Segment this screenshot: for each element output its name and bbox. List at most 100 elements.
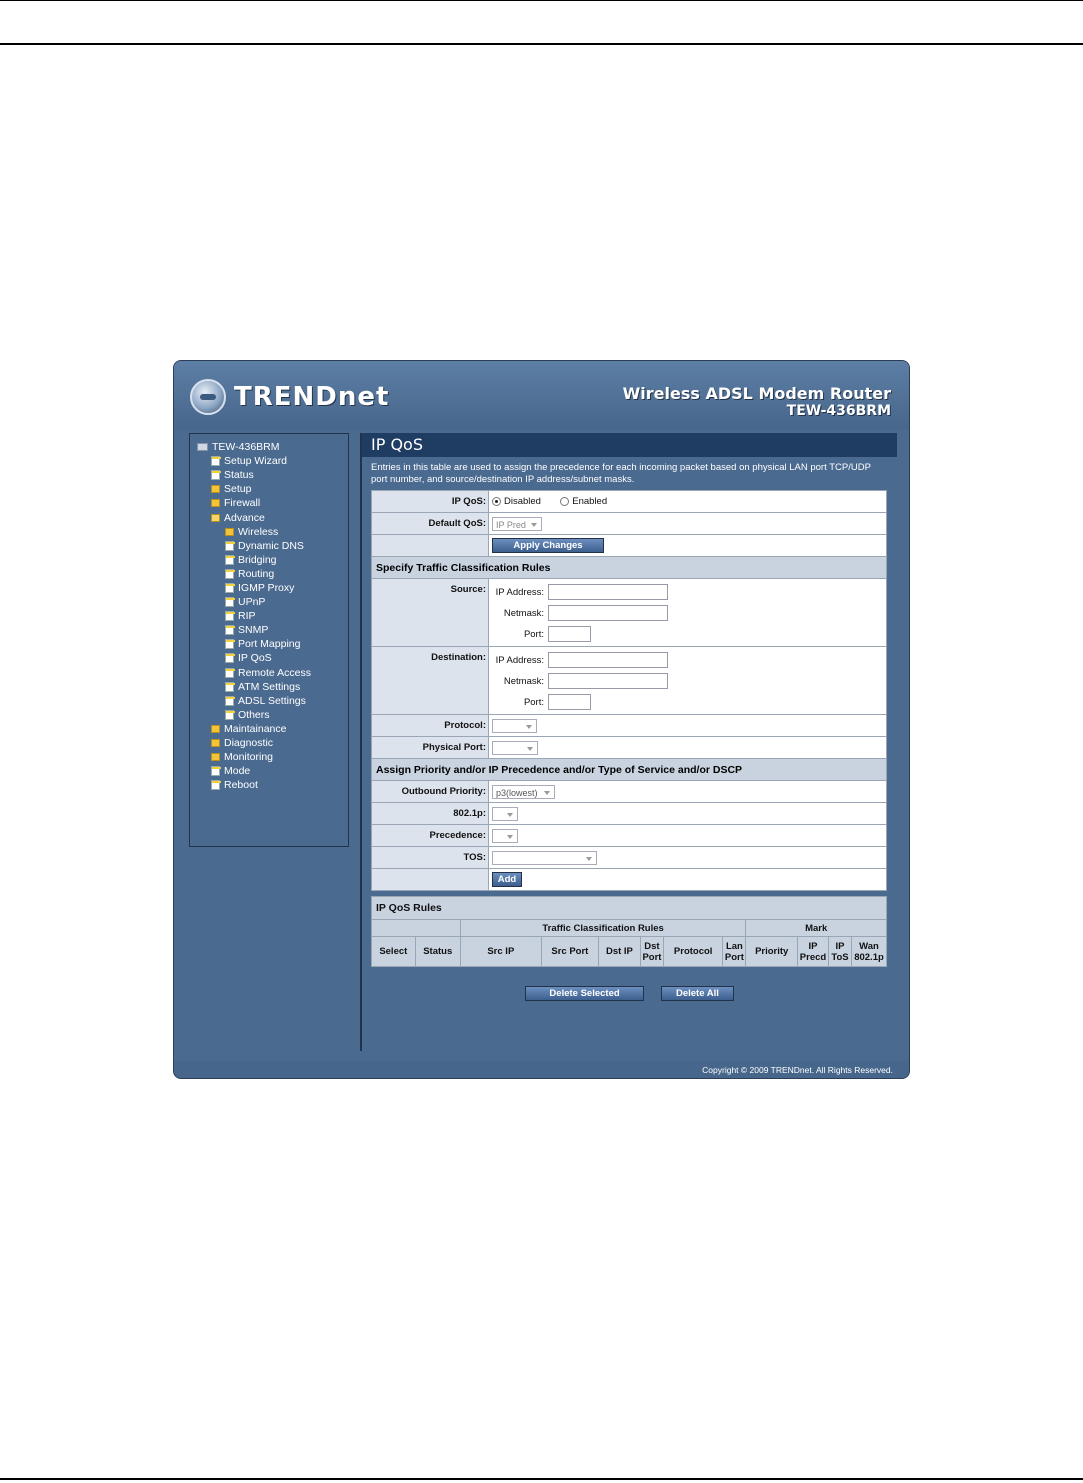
sidebar-item-ip-qos[interactable]: IP QoS: [197, 651, 348, 665]
sidebar-item-igmp-proxy[interactable]: IGMP Proxy: [197, 581, 348, 595]
sidebar-item-mode[interactable]: Mode: [197, 764, 348, 778]
col-status: Status: [414, 936, 461, 967]
col-priority: Priority: [745, 936, 798, 967]
copyright-footer: Copyright © 2009 TRENDnet. All Rights Re…: [174, 1061, 909, 1078]
sidebar-item-setup[interactable]: Setup: [197, 482, 348, 496]
sidebar-item-routing[interactable]: Routing: [197, 567, 348, 581]
folder-icon: [211, 753, 220, 762]
router-icon: [197, 443, 208, 452]
doc-icon: [211, 456, 221, 467]
col-src-ip: Src IP: [459, 936, 542, 967]
product-line: Wireless ADSL Modem Router: [622, 384, 891, 403]
dst-netmask-label: Netmask:: [503, 675, 544, 687]
folder-icon: [225, 527, 234, 536]
folder-icon: [211, 485, 220, 494]
ipqos-enabled-radio[interactable]: [560, 496, 570, 506]
tos-label: TOS:: [371, 846, 489, 869]
ipqos-label: IP QoS:: [371, 490, 489, 513]
folder-open-icon: [211, 513, 220, 522]
sidebar-item-wireless[interactable]: Wireless: [197, 525, 348, 539]
delete-selected-button[interactable]: Delete Selected: [525, 986, 645, 1001]
dst-ip-input[interactable]: [548, 652, 668, 668]
doc-icon: [225, 568, 235, 579]
sidebar-nav: TEW-436BRM Setup Wizard Status Setup Fir…: [189, 433, 349, 847]
sidebar-root[interactable]: TEW-436BRM: [197, 440, 348, 454]
protocol-label: Protocol:: [371, 714, 489, 737]
dst-ip-label: IP Address:: [495, 654, 544, 666]
default-qos-select[interactable]: IP Pred: [492, 516, 542, 531]
dst-netmask-input[interactable]: [548, 673, 668, 689]
delete-all-button[interactable]: Delete All: [660, 986, 734, 1001]
outbound-priority-select[interactable]: p3(lowest): [492, 784, 555, 799]
folder-icon: [211, 739, 220, 748]
apply-changes-button[interactable]: Apply Changes: [492, 538, 604, 553]
source-label: Source:: [371, 578, 489, 647]
sidebar-item-others[interactable]: Others: [197, 708, 348, 722]
enabled-label: Enabled: [572, 496, 608, 507]
sidebar-item-bridging[interactable]: Bridging: [197, 553, 348, 567]
dot1p-select[interactable]: [492, 806, 518, 821]
sidebar-item-upnp[interactable]: UPnP: [197, 595, 348, 609]
sidebar-item-setup-wizard[interactable]: Setup Wizard: [197, 454, 348, 468]
doc-icon: [225, 554, 235, 565]
dst-port-input[interactable]: [548, 694, 591, 710]
sidebar-item-port-mapping[interactable]: Port Mapping: [197, 637, 348, 651]
sidebar-item-advance[interactable]: Advance: [197, 510, 348, 524]
doc-icon: [225, 540, 235, 551]
protocol-select[interactable]: [492, 718, 537, 733]
src-ip-input[interactable]: [548, 584, 668, 600]
col-dst-ip: Dst IP: [597, 936, 641, 967]
doc-icon: [225, 597, 235, 608]
precedence-select[interactable]: [492, 828, 518, 843]
sidebar-item-adsl-settings[interactable]: ADSL Settings: [197, 694, 348, 708]
ip-qos-rules-table: IP QoS Rules Traffic Classification Rule…: [371, 896, 887, 967]
doc-icon: [225, 625, 235, 636]
dot1p-label: 802.1p:: [371, 802, 489, 825]
col-wan-8021p: Wan 802.1p: [851, 936, 887, 967]
sidebar-item-reboot[interactable]: Reboot: [197, 778, 348, 792]
sidebar-item-status[interactable]: Status: [197, 468, 348, 482]
page-top-border: [0, 0, 1083, 1]
brand-name: TRENDnet: [234, 382, 390, 412]
rules-group-mark: Mark: [745, 919, 887, 937]
add-button[interactable]: Add: [492, 872, 522, 887]
folder-icon: [211, 499, 220, 508]
doc-icon: [225, 582, 235, 593]
physical-port-label: Physical Port:: [371, 736, 489, 759]
sidebar-item-snmp[interactable]: SNMP: [197, 623, 348, 637]
section-traffic-rules: Specify Traffic Classification Rules: [371, 556, 887, 579]
ipqos-disabled-radio[interactable]: [492, 496, 501, 506]
default-qos-label: Default QoS:: [371, 512, 489, 535]
brand-logo: TRENDnet: [190, 377, 389, 417]
sidebar-item-dynamic-dns[interactable]: Dynamic DNS: [197, 539, 348, 553]
router-ui-screenshot: TRENDnet Wireless ADSL Modem Router TEW-…: [173, 360, 910, 1079]
col-ip-precd: IP Precd: [797, 936, 829, 967]
physical-port-select[interactable]: [492, 740, 538, 755]
doc-icon: [225, 681, 235, 692]
src-netmask-input[interactable]: [548, 605, 668, 621]
sidebar-item-maintainance[interactable]: Maintainance: [197, 722, 348, 736]
sidebar-item-firewall[interactable]: Firewall: [197, 496, 348, 510]
doc-icon: [211, 780, 221, 791]
page-header-rule: [0, 43, 1083, 45]
page-bottom-rule: [0, 1478, 1083, 1480]
sidebar-item-monitoring[interactable]: Monitoring: [197, 750, 348, 764]
doc-icon: [225, 709, 235, 720]
doc-icon: [225, 653, 235, 664]
product-title: Wireless ADSL Modem Router TEW-436BRM: [622, 384, 891, 420]
tos-select[interactable]: [492, 850, 597, 865]
sidebar-item-rip[interactable]: RIP: [197, 609, 348, 623]
doc-icon: [225, 639, 235, 650]
src-port-label: Port:: [523, 628, 544, 640]
disabled-label: Disabled: [504, 496, 541, 507]
col-ip-tos: IP ToS: [828, 936, 852, 967]
col-protocol: Protocol: [662, 936, 724, 967]
page-description: Entries in this table are used to assign…: [371, 462, 871, 485]
src-port-input[interactable]: [548, 626, 591, 642]
sidebar-item-remote-access[interactable]: Remote Access: [197, 666, 348, 680]
outbound-priority-label: Outbound Priority:: [371, 780, 489, 803]
src-netmask-label: Netmask:: [503, 607, 544, 619]
rules-group-traffic: Traffic Classification Rules: [459, 919, 747, 937]
sidebar-item-diagnostic[interactable]: Diagnostic: [197, 736, 348, 750]
sidebar-item-atm-settings[interactable]: ATM Settings: [197, 680, 348, 694]
